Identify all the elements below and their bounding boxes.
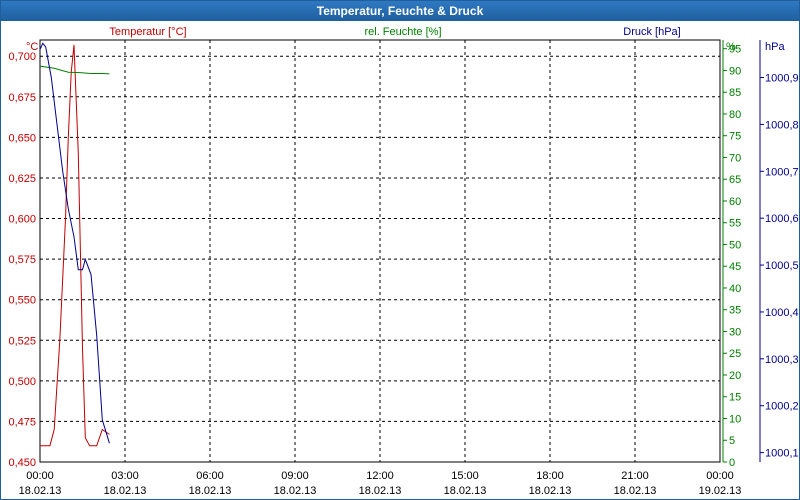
humidity-tick: 90 <box>729 65 741 77</box>
x-tick-time: 06:00 <box>196 470 224 482</box>
grid <box>39 39 721 463</box>
humidity-tick: 20 <box>729 370 741 382</box>
axes: 00:00 18.02.13 03:00 18.02.13 06:00 18.02.13 0… <box>8 40 799 497</box>
x-tick-time: 09:00 <box>281 470 309 482</box>
humidity-tick: 25 <box>729 348 741 360</box>
humidity-tick: 0 <box>729 457 735 469</box>
pressure-unit: hPa <box>765 41 785 53</box>
x-tick-time: 03:00 <box>111 470 139 482</box>
humidity-tick: 55 <box>729 218 741 230</box>
temperature-tick: 0,700 <box>8 51 36 63</box>
x-tick-time: 00:00 <box>26 470 54 482</box>
x-tick-time: 21:00 <box>621 470 649 482</box>
humidity-tick: 40 <box>729 283 741 295</box>
humidity-tick: 80 <box>729 109 741 121</box>
temperature-unit: °C <box>26 41 38 53</box>
x-tick-time: 00:00 <box>706 470 734 482</box>
temperature-tick: 0,450 <box>8 457 36 469</box>
temperature-tick: 0,650 <box>8 132 36 144</box>
humidity-tick: 30 <box>729 326 741 338</box>
temperature-tick: 0,600 <box>8 214 36 226</box>
humidity-tick: 85 <box>729 87 741 99</box>
series-line-pressure <box>39 42 110 444</box>
x-tick-time: 15:00 <box>451 470 479 482</box>
x-tick-date: 18.02.13 <box>274 485 317 497</box>
pressure-tick: 1000,9 <box>765 73 799 85</box>
pressure-tick: 1000,3 <box>765 354 799 366</box>
humidity-tick: 75 <box>729 131 741 143</box>
x-tick-date: 18.02.13 <box>19 485 62 497</box>
humidity-tick: 50 <box>729 239 741 251</box>
temperature-tick: 0,525 <box>8 335 36 347</box>
temperature-tick: 0,550 <box>8 295 36 307</box>
pressure-tick: 1000,8 <box>765 119 799 131</box>
humidity-tick: 70 <box>729 152 741 164</box>
humidity-tick: 65 <box>729 174 741 186</box>
x-tick-time: 18:00 <box>536 470 564 482</box>
temperature-tick: 0,675 <box>8 92 36 104</box>
x-tick-date: 18.02.13 <box>529 485 572 497</box>
pressure-tick: 1000,4 <box>765 307 799 319</box>
x-tick-date: 18.02.13 <box>189 485 232 497</box>
temperature-legend: Temperatur [°C] <box>109 26 186 38</box>
x-tick-date: 18.02.13 <box>359 485 402 497</box>
temperature-tick: 0,575 <box>8 254 36 266</box>
humidity-legend: rel. Feuchte [%] <box>364 26 441 38</box>
pressure-tick: 1000,7 <box>765 166 799 178</box>
pressure-tick: 1000,6 <box>765 213 799 225</box>
x-tick-date: 18.02.13 <box>614 485 657 497</box>
x-tick-date: 18.02.13 <box>104 485 147 497</box>
temperature-tick: 0,475 <box>8 416 36 428</box>
humidity-tick: 60 <box>729 196 741 208</box>
humidity-tick: 35 <box>729 305 741 317</box>
x-tick-time: 12:00 <box>366 470 394 482</box>
pressure-tick: 1000,5 <box>765 260 799 272</box>
pressure-tick: 1000,1 <box>765 448 799 460</box>
humidity-tick: 5 <box>729 435 735 447</box>
humidity-tick: 15 <box>729 392 741 404</box>
pressure-tick: 1000,2 <box>765 401 799 413</box>
series-lines <box>39 42 110 447</box>
humidity-tick: 10 <box>729 413 741 425</box>
temperature-tick: 0,625 <box>8 173 36 185</box>
humidity-tick: 45 <box>729 261 741 273</box>
temperature-tick: 0,500 <box>8 376 36 388</box>
x-tick-date: 19.02.13 <box>699 485 742 497</box>
chart-area: 00:00 18.02.13 03:00 18.02.13 06:00 18.02.13 0… <box>8 26 799 497</box>
humidity-unit: % <box>726 41 736 53</box>
pressure-legend: Druck [hPa] <box>623 26 680 38</box>
x-tick-date: 18.02.13 <box>444 485 487 497</box>
